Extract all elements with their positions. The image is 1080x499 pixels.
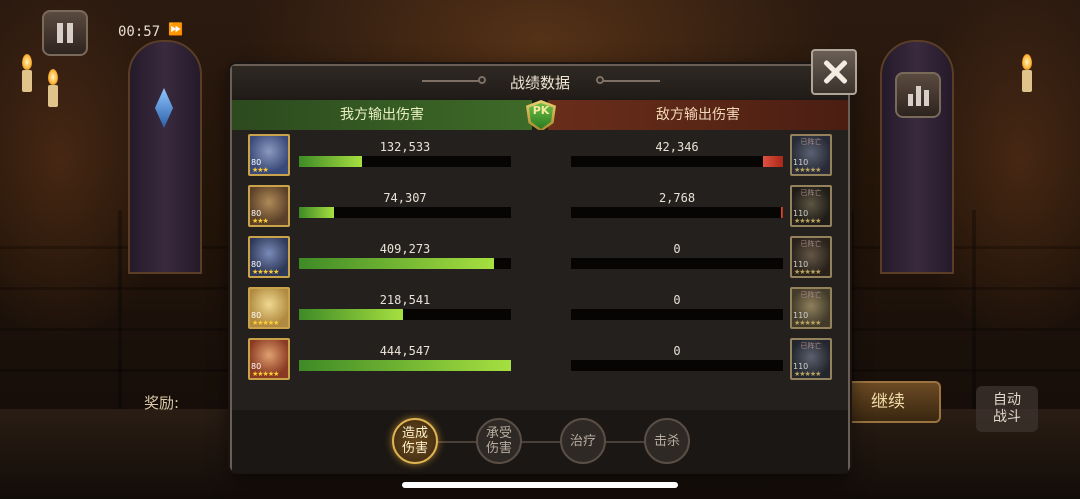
ally-damage-bar [299,360,511,371]
home-indicator[interactable] [402,482,678,488]
star-rating-icon: ★★★★★ [794,166,821,174]
ally-damage-value: 218,541 [379,293,431,307]
enemy-damage-value: 0 [673,293,681,307]
enemy-damage-bar [571,156,783,167]
stats-tab[interactable]: 击杀 [644,418,690,464]
tab-label: 伤害 [485,441,512,456]
ally-hero-portrait[interactable]: 80 ★★★ [248,134,290,176]
candle-icon [22,70,32,92]
star-rating-icon: ★★★★★ [252,268,279,276]
ally-hero-portrait[interactable]: 80 ★★★ [248,185,290,227]
star-rating-icon: ★★★ [252,166,269,174]
stats-tab[interactable]: 承受 伤害 [476,418,522,464]
panel-title: 战绩数据 [509,74,570,92]
tab-label: 治疗 [569,433,596,449]
tab-connector [412,441,682,443]
ally-damage-bar [299,258,511,269]
ally-damage-fill [299,309,404,320]
star-rating-icon: ★★★★★ [794,370,821,378]
enemy-damage-fill [780,207,783,218]
star-rating-icon: ★★★★★ [252,370,279,378]
star-rating-icon: ★★★ [252,217,269,225]
damage-row: 80 ★★★★★ 218,541 0 已阵亡 110 ★★★★★ [232,287,848,338]
enemy-hero-portrait[interactable]: 已阵亡 110 ★★★★★ [790,338,832,380]
ally-damage-bar [299,309,511,320]
enemy-damage-value: 42,346 [655,140,699,154]
auto-battle-label: 自动 [993,392,1021,408]
continue-button[interactable]: 继续 [835,381,941,423]
stats-chart-button[interactable] [895,72,941,118]
enemy-damage-fill [762,156,783,167]
stats-tab[interactable]: 造成 伤害 [392,418,438,464]
ally-damage-value: 132,533 [379,140,431,154]
ally-damage-fill [299,156,363,167]
close-button[interactable] [811,49,857,95]
pause-button[interactable] [42,10,88,56]
ally-hero-portrait[interactable]: 80 ★★★★★ [248,338,290,380]
tab-label: 击杀 [653,433,680,449]
star-rating-icon: ★★★★★ [794,268,821,276]
enemy-damage-value: 0 [673,344,681,358]
enemy-hero-portrait[interactable]: 已阵亡 110 ★★★★★ [790,287,832,329]
enemy-damage-value: 0 [673,242,681,256]
battle-stats-panel: 战绩数据 我方输出伤害 敌方输出伤害 PK 80 ★★★ 132,533 42,… [230,64,850,472]
stats-tab-bar: 造成 伤害 承受 伤害 治疗 击杀 [232,410,848,472]
ally-damage-bar [299,156,511,167]
flame-icon [1022,54,1032,70]
stats-tab[interactable]: 治疗 [560,418,606,464]
panel-title-bar: 战绩数据 [232,66,848,98]
ally-damage-header: 我方输出伤害 [232,100,532,130]
ally-damage-fill [299,207,335,218]
enemy-damage-header: 敌方输出伤害 [548,100,848,130]
star-rating-icon: ★★★★★ [794,319,821,327]
reward-label: 奖励: [144,394,180,412]
damage-row: 80 ★★★★★ 444,547 0 已阵亡 110 ★★★★★ [232,338,848,389]
battle-timer: 00:57 [118,24,161,40]
enemy-damage-bar [571,309,783,320]
damage-row: 80 ★★★ 132,533 42,346 已阵亡 110 ★★★★★ [232,134,848,185]
ally-damage-bar [299,207,511,218]
damage-row: 80 ★★★ 74,307 2,768 已阵亡 110 ★★★★★ [232,185,848,236]
tab-label: 伤害 [401,441,428,456]
defeated-status: 已阵亡 [800,240,822,248]
bar-chart-icon [924,90,929,106]
pk-label: PK [532,104,550,117]
defeated-status: 已阵亡 [800,138,822,146]
tab-label: 承受 [485,426,512,441]
enemy-damage-bar [571,207,783,218]
candle-icon [48,85,58,107]
enemy-hero-portrait[interactable]: 已阵亡 110 ★★★★★ [790,236,832,278]
enemy-damage-value: 2,768 [658,191,696,205]
tab-label: 造成 [401,426,428,441]
auto-battle-label: 战斗 [993,409,1021,425]
enemy-damage-bar [571,360,783,371]
speed-icon[interactable]: ⏩ [168,22,183,36]
enemy-damage-bar [571,258,783,269]
bar-chart-icon [908,94,913,106]
star-rating-icon: ★★★★★ [252,319,279,327]
damage-rows: 80 ★★★ 132,533 42,346 已阵亡 110 ★★★★★ 80 ★… [232,130,848,410]
defeated-status: 已阵亡 [800,342,822,350]
enemy-hero-portrait[interactable]: 已阵亡 110 ★★★★★ [790,134,832,176]
damage-row: 80 ★★★★★ 409,273 0 已阵亡 110 ★★★★★ [232,236,848,287]
flame-icon [48,69,58,85]
ally-hero-portrait[interactable]: 80 ★★★★★ [248,236,290,278]
background-pillar [128,40,202,274]
enemy-hero-portrait[interactable]: 已阵亡 110 ★★★★★ [790,185,832,227]
candle-icon [1022,70,1032,92]
ally-hero-portrait[interactable]: 80 ★★★★★ [248,287,290,329]
bar-chart-icon [916,86,921,106]
ally-damage-value: 444,547 [379,344,431,358]
auto-battle-button[interactable]: 自动 战斗 [976,386,1038,432]
title-ornament [596,76,660,84]
star-rating-icon: ★★★★★ [794,217,821,225]
defeated-status: 已阵亡 [800,291,822,299]
defeated-status: 已阵亡 [800,189,822,197]
ally-damage-value: 74,307 [383,191,427,205]
ally-damage-value: 409,273 [379,242,431,256]
ally-damage-fill [299,258,495,269]
ally-damage-fill [299,360,511,371]
flame-icon [22,54,32,70]
